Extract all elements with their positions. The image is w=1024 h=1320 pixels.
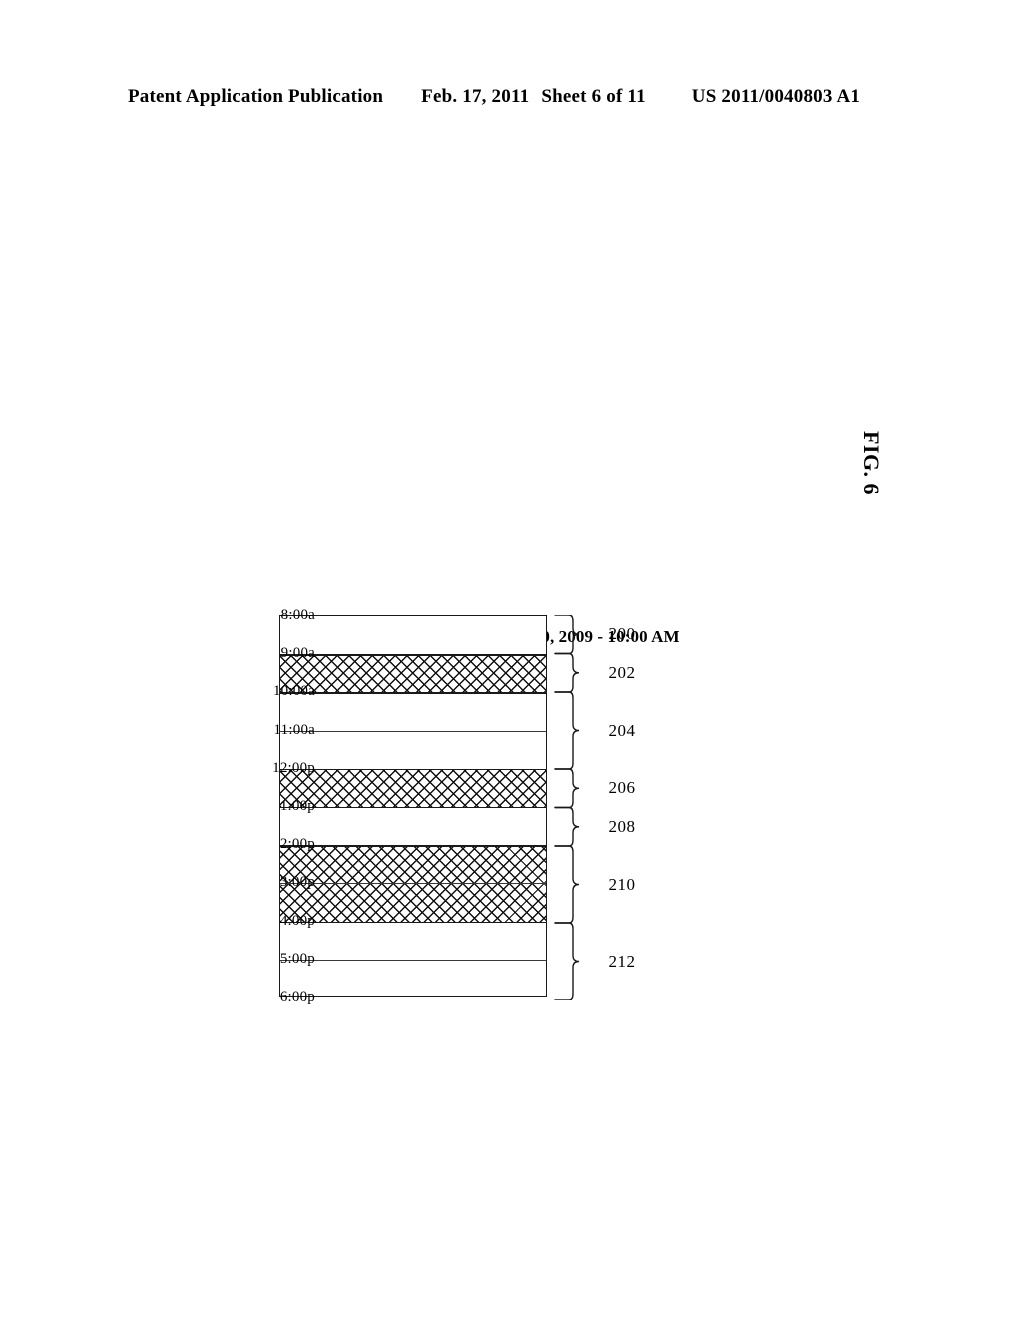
- header-date-text: Feb. 17, 2011: [421, 86, 530, 107]
- hour-divider: [280, 730, 546, 732]
- brace-210: [554, 845, 580, 924]
- slot-boundary-202: [280, 654, 546, 656]
- brace-212: [554, 922, 580, 1000]
- time-axis: 8:00a 9:00a 10:00a 11:00a 12:00p 1:00p 2:00p 3:…: [215, 607, 315, 1005]
- hour-divider: [280, 959, 546, 961]
- brace-206: [554, 768, 580, 809]
- slot-boundary-206: [280, 768, 546, 771]
- brace-208: [554, 806, 580, 847]
- slot-boundary-208: [280, 807, 546, 809]
- timeline-slot-200[interactable]: [280, 616, 546, 655]
- figure-label: FIG. 6: [859, 430, 884, 496]
- time-tick-label: 8:00a: [280, 607, 315, 623]
- brace-group: [554, 615, 580, 1000]
- time-tick-label: 9:00a: [280, 645, 315, 662]
- slot-boundary-210: [280, 845, 546, 847]
- slot-boundary-204: [280, 692, 546, 694]
- header-publication-text: Patent Application Publication: [128, 86, 384, 107]
- time-tick-label: 1:00p: [279, 798, 315, 814]
- time-tick-label: 5:00p: [279, 950, 315, 967]
- timeline-slot-208[interactable]: [280, 807, 546, 846]
- figure-drawing: Tuesday, February 10, 2009 - 10:00 AM 20…: [215, 537, 680, 1007]
- timeline-slot-206[interactable]: [280, 768, 546, 807]
- time-tick-label: 4:00p: [279, 912, 315, 929]
- header-patent-number: US 2011/0040803 A1: [691, 86, 861, 107]
- figure-container: Tuesday, February 10, 2009 - 10:00 AM 20…: [215, 537, 680, 1007]
- brace-202: [554, 652, 580, 693]
- reference-numeral-206: 206: [608, 778, 636, 798]
- time-tick-label: 3:00p: [279, 874, 315, 891]
- reference-numeral-208: 208: [608, 816, 636, 836]
- reference-numeral-202: 202: [608, 662, 636, 682]
- time-tick-label: 10:00a: [272, 683, 315, 700]
- time-tick-label: 11:00a: [273, 721, 315, 738]
- reference-numeral-204: 204: [608, 720, 636, 740]
- timeline-slot-202[interactable]: [280, 654, 546, 693]
- time-tick-label: 12:00p: [272, 759, 315, 776]
- brace-204: [554, 691, 580, 770]
- reference-numeral-200: 200: [608, 624, 636, 644]
- time-tick-label: 2:00p: [279, 836, 315, 853]
- reference-numeral-212: 212: [608, 951, 636, 971]
- availability-timeline[interactable]: [279, 615, 547, 997]
- reference-numeral-layer: 200 202 204 206 208 210 212: [535, 615, 636, 1000]
- slot-boundary-212: [280, 921, 546, 923]
- time-tick-label: 6:00p: [279, 989, 315, 1005]
- reference-numeral-210: 210: [608, 874, 636, 894]
- brace-200: [554, 615, 580, 655]
- hour-divider: [280, 883, 546, 885]
- header-sheet-text: Sheet 6 of 11: [541, 86, 646, 107]
- page-header: Patent Application Publication Feb. 17, …: [128, 86, 896, 112]
